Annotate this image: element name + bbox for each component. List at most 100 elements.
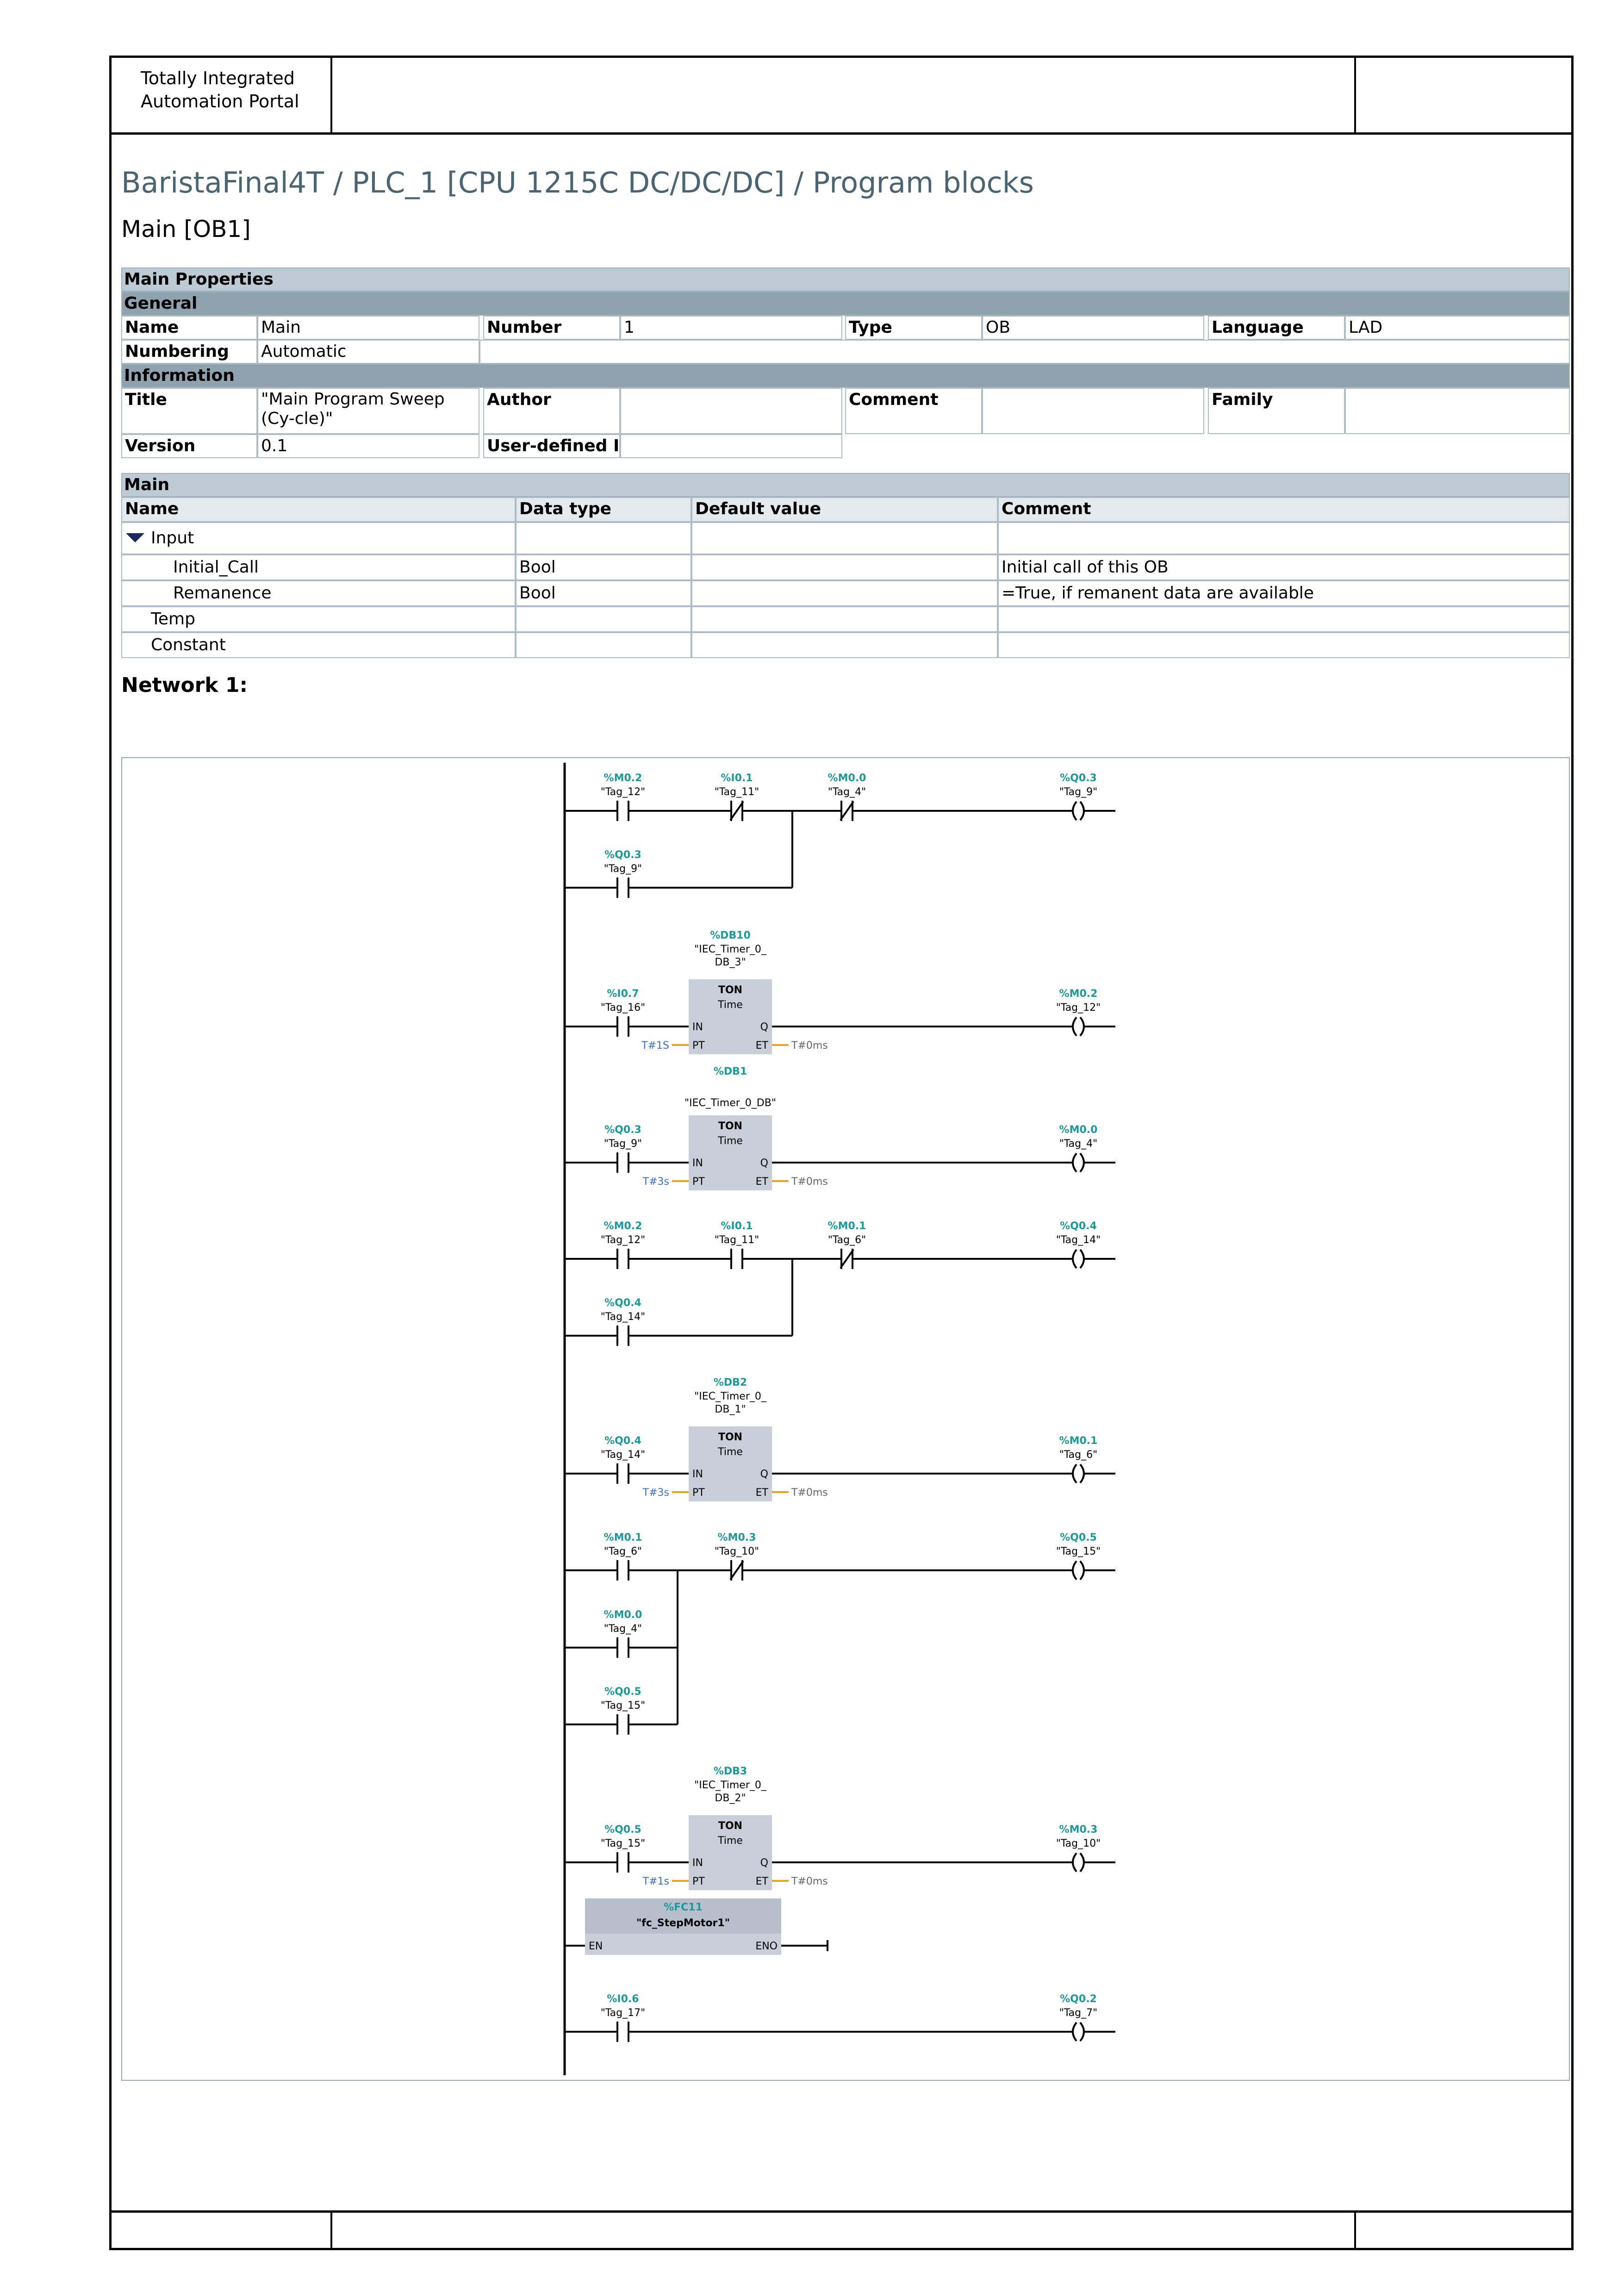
timer-pt-pin: PT [692,1876,705,1887]
timer-instance-name-line: DB_1" [715,1404,746,1415]
timer-et-value: T#0ms [791,1176,828,1188]
name-label: Name [121,316,257,340]
coil-tag: "Tag_4" [1059,1138,1097,1150]
contact-address: %Q0.4 [604,1297,641,1309]
coil-address: %M0.1 [1059,1435,1098,1447]
contact-address: %Q0.5 [604,1686,641,1698]
coil-left-arc [1072,1560,1077,1580]
expand-triangle-icon[interactable] [126,533,144,542]
nc-contact: %I0.1 "Tag_11" [715,772,759,821]
properties-section-header: Main Properties [121,268,1570,292]
coil-left-arc [1072,2022,1077,2042]
coil-address: %Q0.2 [1060,1993,1097,2005]
cell-text: Constant [151,635,226,654]
timer-instance-name-line: DB_2" [715,1792,746,1804]
no-contact: %Q0.3 "Tag_9" [604,1124,642,1173]
no-contact: %I0.7 "Tag_16" [601,988,645,1037]
coil-right-arc [1079,1560,1085,1580]
contact-address: %M0.3 [718,1532,756,1543]
userid-label: User-defined ID [483,434,620,458]
no-contact: %M0.2 "Tag_12" [601,772,645,821]
language-value: LAD [1345,316,1570,340]
cell-text: Bool [519,584,556,603]
contact-tag: "Tag_15" [601,1700,645,1711]
type-value: OB [982,316,1204,340]
col-header-comment: Comment [998,497,1570,522]
cell-name: Initial_Call [121,554,516,580]
fc-name: "fc_StepMotor1" [636,1917,730,1929]
coil-address: %M0.3 [1059,1824,1098,1836]
coil-address: %Q0.4 [1060,1220,1097,1232]
timer-type: TON [718,1431,742,1443]
contact-tag: "Tag_6" [604,1546,642,1557]
no-contact: %I0.1 "Tag_11" [715,1220,759,1269]
timer-instance-name-line: "IEC_Timer_0_ [694,944,767,955]
contact-tag: "Tag_9" [604,1138,642,1150]
timer-et-value: T#0ms [791,1040,828,1052]
output-coil: %Q0.3 "Tag_9" [1059,772,1097,821]
no-contact: %M0.1 "Tag_6" [604,1532,642,1580]
contact-tag: "Tag_12" [601,786,645,798]
coil-left-arc [1072,801,1077,821]
coil-left-arc [1072,1463,1077,1484]
contact-address: %Q0.3 [604,849,641,861]
contact-tag: "Tag_14" [601,1311,645,1323]
timer-in-pin: IN [692,1468,703,1480]
timer-pt-value: T#3s [642,1176,669,1188]
contact-address: %I0.6 [607,1993,639,2005]
contact-address: %Q0.4 [604,1435,641,1447]
cell-comment: Initial call of this OB [998,554,1570,580]
timer-instance-name-line: DB_3" [715,957,746,968]
timer-pt-value: T#1s [642,1876,669,1887]
version-value: 0.1 [257,434,479,458]
cell-name: Constant [121,632,516,658]
timer-instance-name: "IEC_Timer_0_ DB_2" [694,1780,767,1804]
nc-contact: %M0.0 "Tag_4" [828,772,866,821]
cell-name: Temp [121,606,516,632]
contact-slash [840,1249,854,1269]
cell-text: Remanence [173,584,272,603]
cell-default [691,554,998,580]
footer-cell-divider-left [330,2210,332,2250]
contact-address: %I0.1 [721,772,753,784]
timer-et-value: T#0ms [791,1487,828,1499]
coil-address: %M0.2 [1059,988,1098,1000]
cell-text: Input [151,529,194,548]
timer-pt-pin: PT [692,1487,705,1499]
timer-in-pin: IN [692,1157,703,1169]
coil-tag: "Tag_7" [1059,2007,1097,2019]
coil-left-arc [1072,1152,1077,1173]
coil-tag: "Tag_14" [1056,1234,1101,1246]
cell-name: Remanence [121,580,516,606]
cell-text: Temp [151,610,195,628]
no-contact: %Q0.4 "Tag_14" [601,1435,645,1484]
cell-text: Bool [519,558,556,577]
block-title: Main [OB1] [121,216,251,243]
cell-type [516,522,691,554]
timer-subtype: Time [717,1835,743,1847]
coil-tag: "Tag_9" [1059,786,1097,798]
coil-right-arc [1079,1852,1085,1873]
coil-left-arc [1072,1852,1077,1873]
portal-title: Totally Integrated Automation Portal [141,68,299,112]
ladder-diagram: %M0.2 "Tag_12" %I0.1 "Tag_11" %M0.0 "Tag_4" %Q… [563,763,1115,2075]
cell-name: Input [121,522,516,554]
col-header-name: Name [121,497,516,522]
network-title: Network 1: [121,673,248,697]
no-contact: %M0.2 "Tag_12" [601,1220,645,1269]
contact-address: %I0.7 [607,988,639,1000]
timer-q-pin: Q [760,1468,768,1480]
timer-et-value: T#0ms [791,1876,828,1887]
coil-address: %Q0.5 [1060,1532,1097,1543]
output-coil: %Q0.2 "Tag_7" [1059,1993,1097,2042]
cell-text: Initial_Call [173,558,259,577]
coil-tag: "Tag_12" [1056,1002,1101,1014]
output-coil: %Q0.4 "Tag_14" [1056,1220,1101,1269]
name-value: Main [257,316,479,340]
contact-tag: "Tag_4" [604,1623,642,1635]
coil-right-arc [1079,1016,1085,1037]
contact-tag: "Tag_14" [601,1449,645,1461]
contact-address: %I0.1 [721,1220,753,1232]
header-cell-divider-right [1354,56,1356,133]
family-value [1345,388,1570,434]
